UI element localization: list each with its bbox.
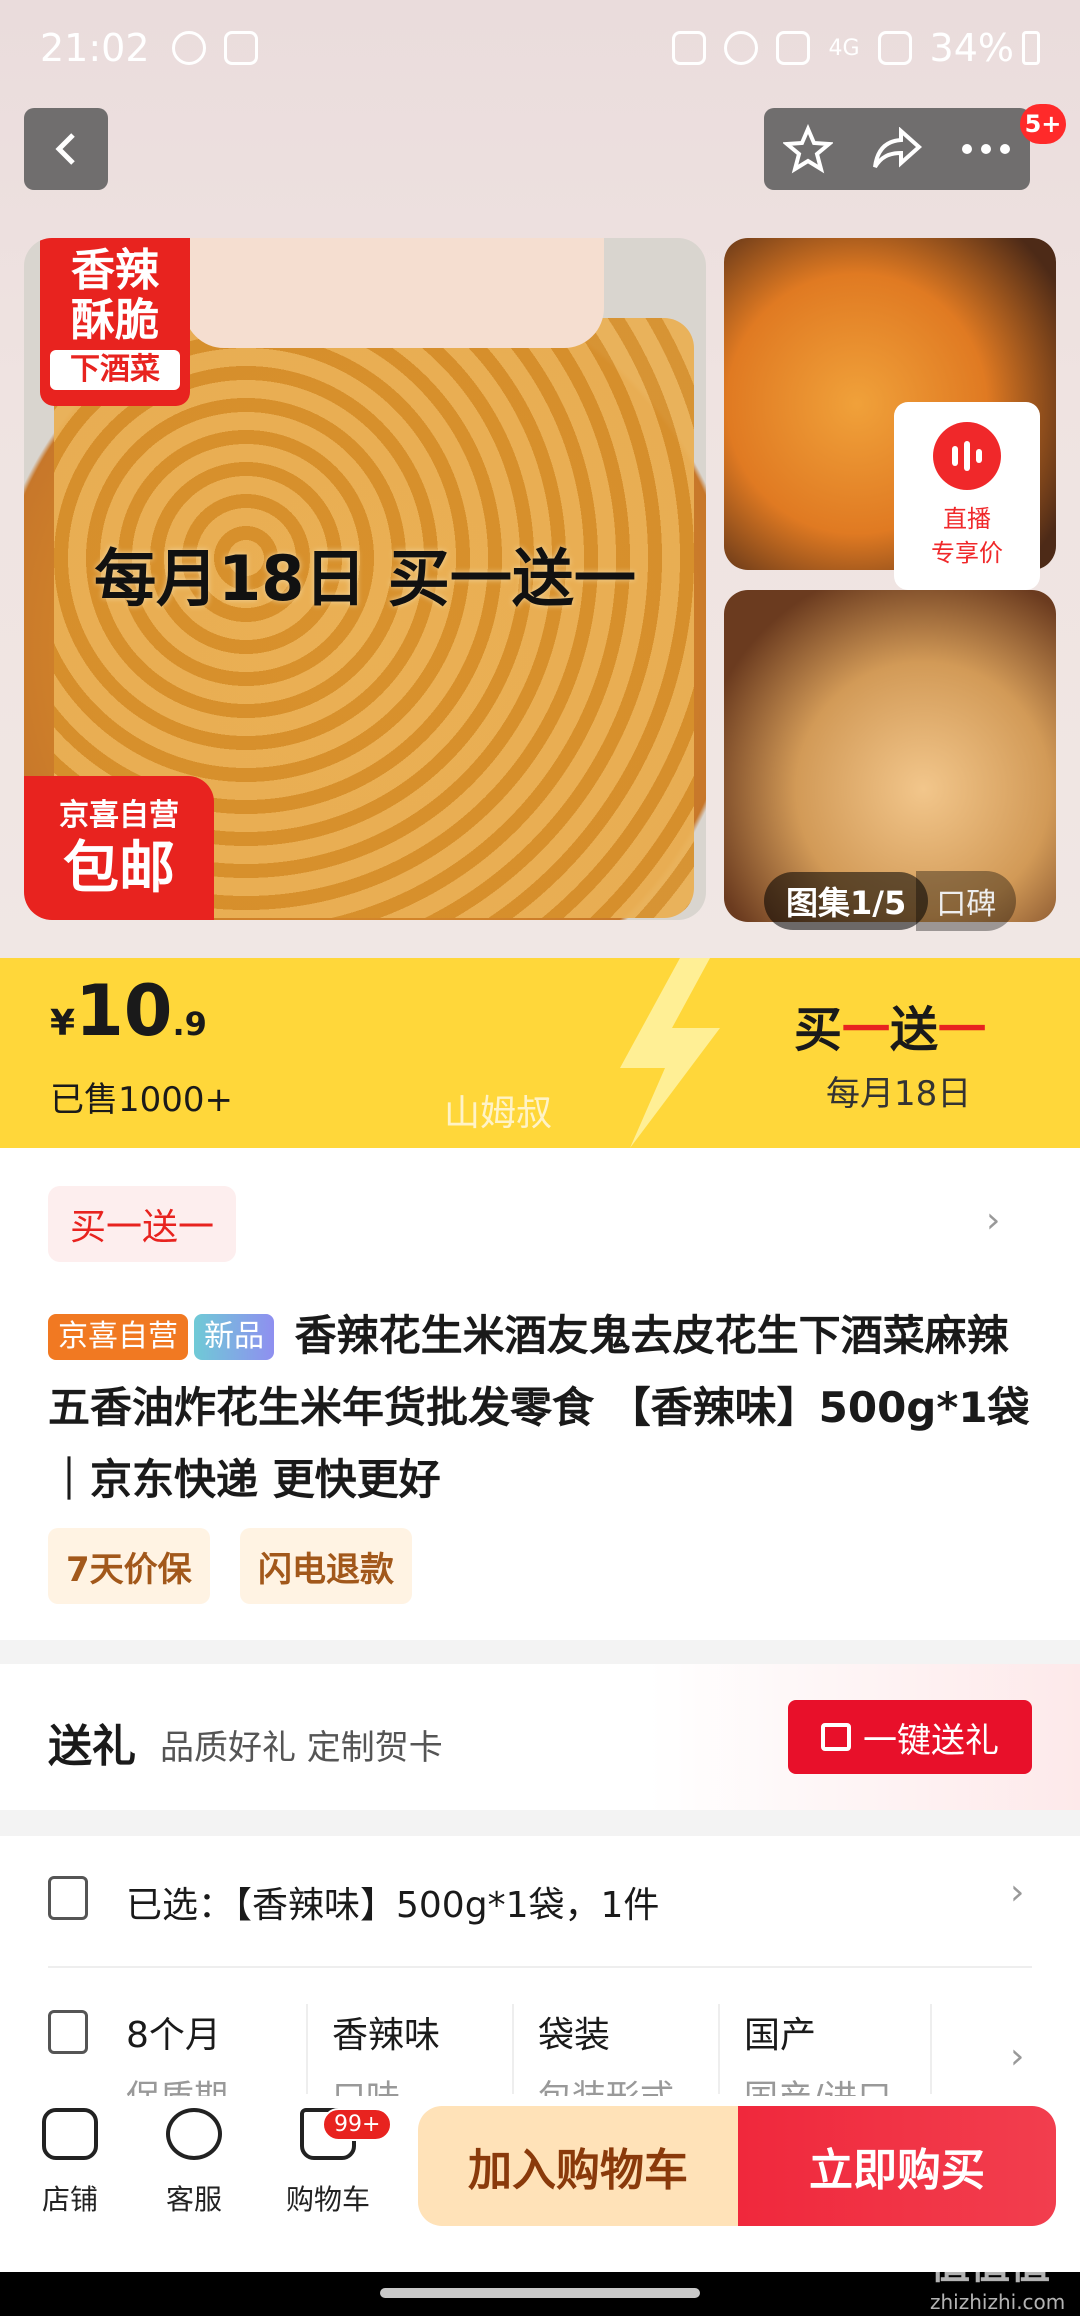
ship-tag-bottom: 包邮: [63, 836, 175, 901]
new-badge: 新品: [194, 1314, 274, 1360]
spec-value: 袋装: [538, 2015, 611, 2056]
promo-get: 送: [890, 1002, 939, 1058]
spec-value: 国产: [744, 2015, 817, 2056]
customer-service-button[interactable]: 客服: [134, 2108, 254, 2218]
spicy-tag: 香辣酥脆 下酒菜: [40, 238, 190, 406]
battery-icon: [1022, 31, 1040, 65]
wechat-icon: [171, 31, 206, 65]
spec-separator: [930, 2004, 932, 2094]
spec-icon: [48, 2010, 88, 2054]
message-badge[interactable]: 5+: [1020, 104, 1066, 144]
main-product-image[interactable]: 香辣酥脆 下酒菜 每月18日 买一送一 京喜自营 包邮: [24, 238, 706, 920]
ship-tag-top: 京喜自营: [59, 798, 179, 833]
alarm-icon: [724, 31, 759, 65]
gift-icon: [821, 1723, 851, 1751]
promo-chevron-icon[interactable]: ›: [986, 1200, 1000, 1241]
spicy-tag-text: 香辣酥脆: [71, 245, 159, 346]
watermark-main: 值值值: [930, 2242, 1050, 2288]
gift-subtitle: 品质好礼 定制贺卡: [160, 1728, 443, 1768]
price: ¥ 10 .9: [50, 970, 207, 1052]
share-icon[interactable]: [871, 127, 923, 171]
gift-button-label: 一键送礼: [863, 1720, 999, 1761]
spec-separator: [306, 2004, 308, 2094]
spec-value: 香辣味: [332, 2015, 441, 2056]
spec-separator: [718, 2004, 720, 2094]
clipboard-icon: [672, 31, 707, 65]
add-to-cart-button[interactable]: 加入购物车: [418, 2106, 738, 2226]
price-decimal: .9: [172, 1005, 207, 1043]
live-label-2: 专享价: [931, 539, 1003, 567]
network-label: 4G: [828, 35, 860, 61]
price-currency: ¥: [50, 1003, 76, 1044]
seller-mark: 山姆叔: [444, 1093, 553, 1134]
battery-indicator: 34%: [930, 26, 1040, 70]
spec-value: 8个月: [126, 2015, 221, 2056]
back-arrow-icon: [55, 133, 75, 165]
promo-buy-one-get-one: 买一送一: [794, 990, 986, 1060]
back-button[interactable]: [24, 108, 108, 190]
battery-percent: 34%: [929, 26, 1014, 70]
store-button[interactable]: 店铺: [10, 2108, 130, 2218]
spec-separator: [512, 2004, 514, 2094]
service-price-protect[interactable]: 7天价保: [48, 1528, 210, 1604]
selected-options[interactable]: 已选：【香辣味】500g*1袋，1件: [126, 1876, 659, 1928]
hands-image: [184, 238, 604, 348]
header-actions: [764, 108, 1030, 190]
selection-chevron-icon[interactable]: ›: [1010, 1872, 1024, 1913]
status-time: 21:02: [40, 26, 150, 70]
cart-label: 购物车: [285, 2183, 370, 2216]
promo-buy: 买: [794, 1002, 843, 1058]
lightning-icon: [620, 958, 720, 1148]
live-label-1: 直播: [943, 505, 991, 533]
live-icon: [933, 422, 1001, 490]
promo-date: 每月18日: [826, 1074, 972, 1114]
home-indicator[interactable]: [380, 2288, 700, 2298]
promo-chip[interactable]: 买一送一: [48, 1186, 237, 1262]
tab-gallery[interactable]: 图集1/5: [764, 872, 929, 930]
service-label: 客服: [165, 2183, 222, 2216]
store-icon: [42, 2108, 98, 2160]
selected-icon: [48, 1876, 88, 1920]
status-bar: 21:02 4G 34%: [0, 0, 1080, 96]
product-title: 京喜自营 新品 香辣花生米酒友鬼去皮花生下酒菜麻辣五香油炸花生米年货批发零食 【香…: [48, 1300, 1048, 1516]
price-integer: 10: [75, 970, 173, 1052]
buy-now-button[interactable]: 立即购买: [738, 2106, 1056, 2226]
promo-dash-2: 一: [938, 1002, 987, 1058]
main-image-promo: 每月18日 买一送一: [94, 542, 636, 615]
tab-reviews[interactable]: 口碑: [916, 871, 1017, 931]
divider: [48, 1966, 1032, 1968]
signal-icon: [877, 31, 912, 65]
favorite-star-icon[interactable]: [783, 124, 833, 174]
live-price-card[interactable]: 直播 专享价: [894, 402, 1040, 590]
customer-service-icon: [166, 2108, 222, 2160]
spec-chevron-icon[interactable]: ›: [1010, 2036, 1024, 2077]
gallery-icon: [223, 31, 258, 65]
spicy-tag-sub: 下酒菜: [50, 350, 180, 390]
self-operated-badge: 京喜自营: [48, 1314, 188, 1360]
watermark-sub: zhizhizhi.com: [930, 2290, 1066, 2314]
mute-icon: [776, 31, 811, 65]
sold-count: 已售1000+: [50, 1080, 234, 1120]
free-shipping-tag: 京喜自营 包邮: [24, 776, 214, 920]
cart-count-badge: 99+: [322, 2108, 393, 2141]
one-click-gift-button[interactable]: 一键送礼: [788, 1700, 1032, 1774]
gift-title: 送礼: [48, 1721, 136, 1772]
service-fast-refund[interactable]: 闪电退款: [240, 1528, 412, 1604]
more-icon[interactable]: [961, 143, 1011, 155]
gallery-tabs: 图集1/5 口碑: [764, 870, 1017, 932]
promo-dash-1: 一: [842, 1002, 891, 1058]
store-label: 店铺: [41, 2183, 98, 2216]
watermark: 值值值 zhizhizhi.com: [930, 2232, 1065, 2314]
